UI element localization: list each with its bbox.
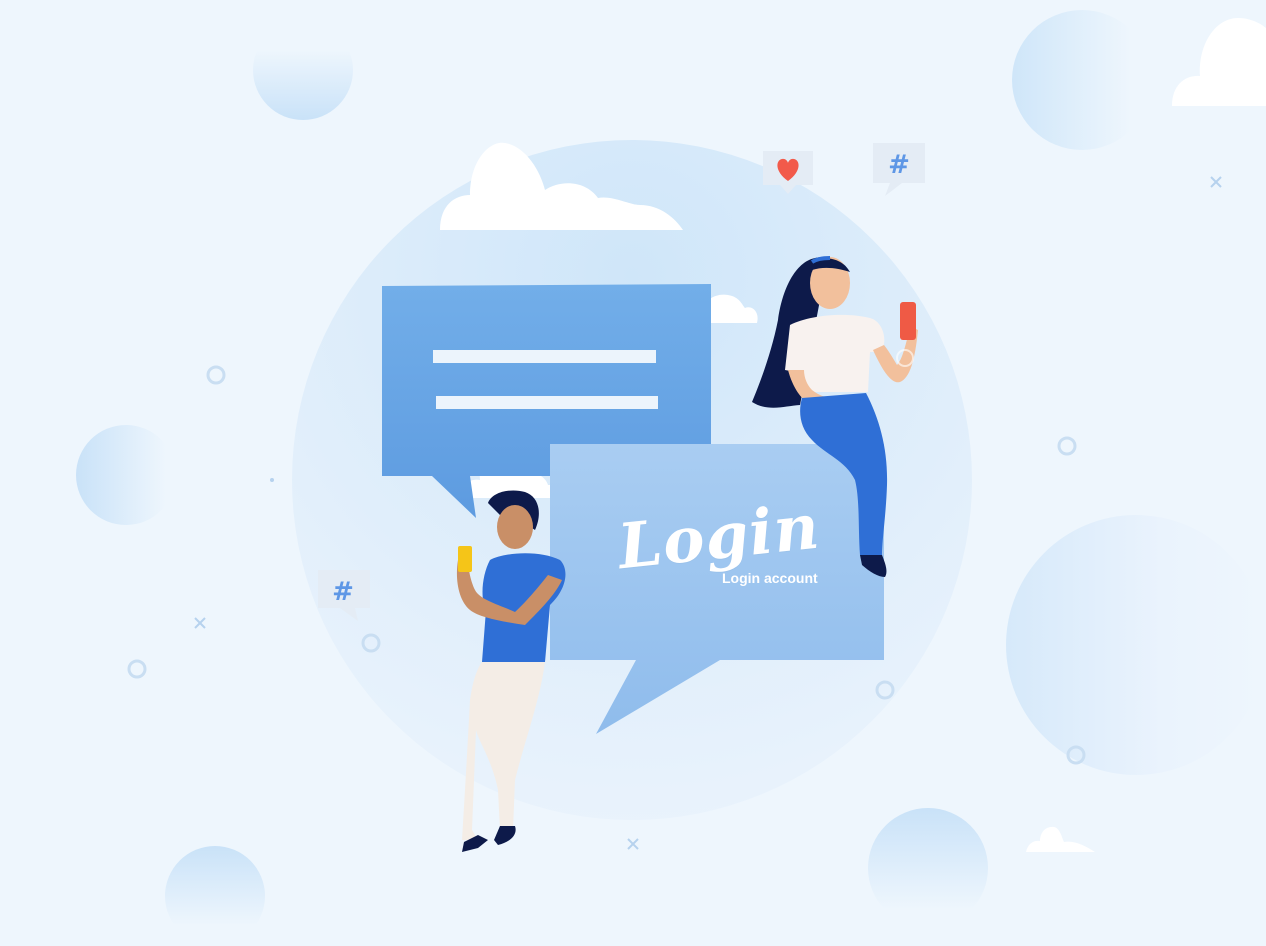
ring-icon [1057, 436, 1077, 456]
ring-icon [1066, 745, 1086, 765]
man-shoe [494, 826, 516, 845]
heart-bubble [763, 151, 813, 194]
x-mark-icon [627, 838, 639, 850]
ring-icon [127, 659, 147, 679]
ring-icon [875, 680, 895, 700]
hashtag-icon: # [332, 577, 354, 607]
cloud-icon [440, 142, 683, 230]
cloud-icon [1026, 826, 1095, 852]
man-figure [456, 490, 566, 852]
dot-icon [270, 478, 274, 482]
illustration-svg: # # [127, 18, 1266, 852]
woman-phone [900, 302, 916, 340]
x-mark-icon [194, 617, 206, 629]
cloud-icon [1172, 18, 1266, 106]
ring-icon [361, 633, 381, 653]
speech-bubble-light [550, 444, 884, 734]
man-phone [458, 546, 472, 572]
x-mark-icon [1210, 176, 1222, 188]
bubble-text-line [433, 350, 656, 363]
login-illustration: # # Login Login account [0, 0, 1266, 946]
ring-icon [206, 365, 226, 385]
man-face [497, 505, 533, 549]
man-pants [462, 662, 545, 840]
login-subtitle: Login account [722, 570, 818, 586]
hashtag-icon: # [888, 150, 910, 180]
bubble-text-line [436, 396, 658, 409]
